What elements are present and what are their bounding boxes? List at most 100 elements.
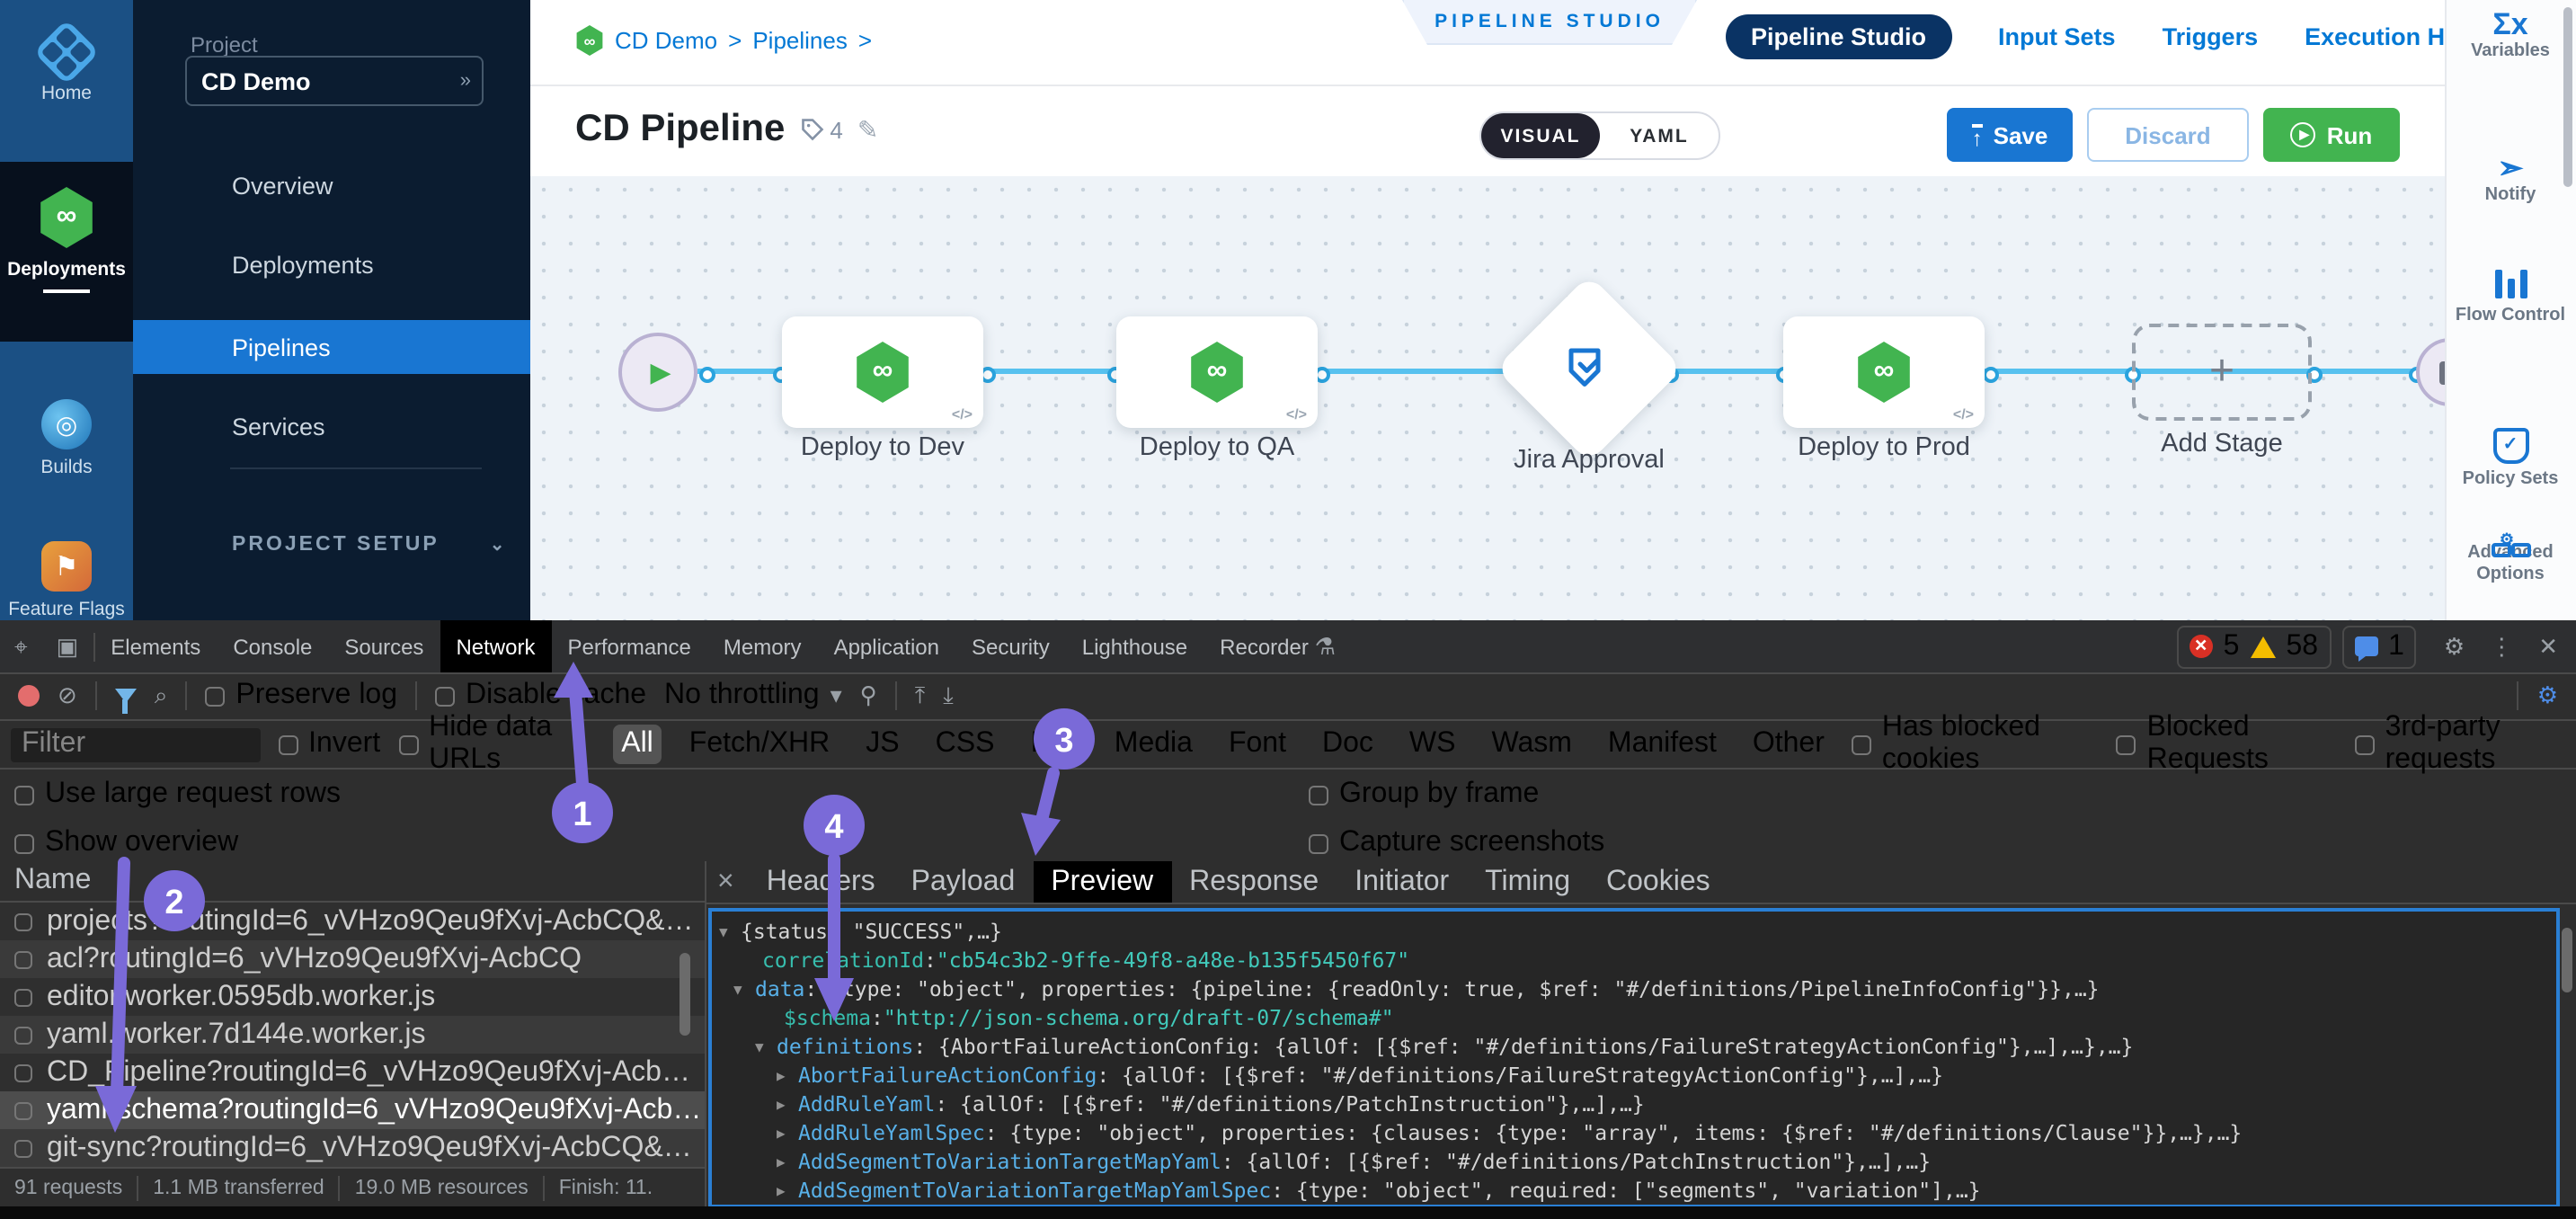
close-icon[interactable]: ✕ xyxy=(2526,632,2576,661)
edit-icon[interactable]: ✎ xyxy=(857,114,878,145)
request-checkbox[interactable] xyxy=(14,912,32,930)
request-checkbox[interactable] xyxy=(14,950,32,968)
sidebar-item-deployments-sub[interactable]: Deployments xyxy=(133,237,530,291)
sidebar-item-builds[interactable]: ◎ Builds xyxy=(0,342,133,512)
hide-data-urls-checkbox[interactable]: Hide data URLs xyxy=(398,712,594,777)
stage-node-deploy-to-dev[interactable]: ∞ </> xyxy=(782,316,983,428)
flow-control-button[interactable]: Flow Control xyxy=(2445,266,2576,327)
devtools-tab-application[interactable]: Application xyxy=(818,620,955,672)
toggle-yaml[interactable]: YAML xyxy=(1600,113,1719,158)
devtools-tab-security[interactable]: Security xyxy=(955,620,1066,672)
save-button[interactable]: ↑ Save xyxy=(1947,108,2073,162)
capture-screenshots-checkbox[interactable]: Capture screenshots xyxy=(1309,827,1604,859)
json-line[interactable]: ▶AddRuleYaml: {allOf: [{$ref: "#/definit… xyxy=(777,1090,1645,1118)
inspect-cursor-icon[interactable]: ⌖ xyxy=(0,632,42,661)
filter-chip-media[interactable]: Media xyxy=(1106,725,1202,764)
filter-input[interactable]: Filter xyxy=(11,727,260,761)
tags-badge[interactable]: 4 xyxy=(799,116,842,143)
blocked-requests-checkbox[interactable]: Blocked Requests xyxy=(2117,712,2337,777)
tab-triggers[interactable]: Triggers xyxy=(2163,23,2259,50)
sidebar-item-overview[interactable]: Overview xyxy=(133,158,530,212)
scrollbar-thumb[interactable] xyxy=(2563,7,2572,187)
scrollbar-thumb[interactable] xyxy=(2562,928,2572,992)
filter-chip-ws[interactable]: WS xyxy=(1400,725,1465,764)
has-blocked-cookies-checkbox[interactable]: Has blocked cookies xyxy=(1852,712,2099,777)
request-row[interactable]: editor.worker.0595db.worker.js xyxy=(0,978,705,1016)
discard-button[interactable]: Discard xyxy=(2087,108,2249,162)
requests-name-column-header[interactable]: Name xyxy=(0,861,705,903)
filter-funnel-icon[interactable] xyxy=(115,689,137,703)
request-checkbox[interactable] xyxy=(14,1026,32,1044)
preserve-log-checkbox[interactable]: Preserve log xyxy=(205,680,397,712)
stage-label[interactable]: Deploy to Prod xyxy=(1740,433,2028,462)
show-overview-checkbox[interactable]: Show overview xyxy=(14,827,238,859)
devtools-tab-recorder[interactable]: Recorder ⚗ xyxy=(1204,620,1352,672)
console-issues-badge[interactable]: ✕5 58 xyxy=(2177,625,2331,668)
pipeline-start-node[interactable]: ▶ xyxy=(618,333,697,412)
add-stage-label[interactable]: Add Stage xyxy=(2078,430,2366,458)
sidebar-item-feature-flags[interactable]: ⚑ Feature Flags xyxy=(0,512,133,620)
project-selector[interactable]: CD Demo » xyxy=(185,56,484,106)
request-row[interactable]: acl?routingId=6_vVHzo9Qeu9fXvj-AcbCQ xyxy=(0,940,705,978)
json-line[interactable]: ▶AddSegmentToVariationTargetMapYaml: {al… xyxy=(777,1147,1931,1176)
notify-button[interactable]: ➣ Notify xyxy=(2445,158,2576,207)
filter-chip-all[interactable]: All xyxy=(612,725,662,764)
group-by-frame-checkbox[interactable]: Group by frame xyxy=(1309,779,1539,811)
gear-icon[interactable]: ⚙ xyxy=(2431,632,2477,661)
detail-tab-preview[interactable]: Preview xyxy=(1033,861,1171,903)
json-line[interactable]: ▼{status: "SUCCESS",…} xyxy=(719,917,1002,946)
stage-node-deploy-to-qa[interactable]: ∞ </> xyxy=(1116,316,1318,428)
request-row[interactable]: yaml.worker.7d144e.worker.js xyxy=(0,1016,705,1054)
json-line[interactable]: ▶AbortFailureActionConfig: {allOf: [{$re… xyxy=(777,1061,1943,1090)
devtools-tab-lighthouse[interactable]: Lighthouse xyxy=(1066,620,1204,672)
stage-label[interactable]: Jira Approval xyxy=(1445,446,1733,475)
filter-chip-other[interactable]: Other xyxy=(1744,725,1834,764)
throttling-select[interactable]: No throttling▾ xyxy=(664,680,842,712)
json-line[interactable]: correlationId: "cb54c3b2-9ffe-49f8-a48e-… xyxy=(741,946,1409,974)
request-row[interactable]: CD_Pipeline?routingId=6_vVHzo9Qeu9fXvj-A… xyxy=(0,1054,705,1091)
json-line[interactable]: $schema: "http://json-schema.org/draft-0… xyxy=(762,1003,1394,1032)
json-line[interactable]: ▶AddRuleYamlSpec: {type: "object", prope… xyxy=(777,1118,2242,1147)
detail-tab-timing[interactable]: Timing xyxy=(1467,861,1588,903)
messages-badge[interactable]: 1 xyxy=(2341,625,2417,668)
tab-pipeline-studio[interactable]: Pipeline Studio xyxy=(1726,14,1951,59)
detail-tab-cookies[interactable]: Cookies xyxy=(1588,861,1728,903)
devtools-tab-network[interactable]: Network xyxy=(440,620,551,672)
record-button[interactable] xyxy=(18,685,40,707)
sidebar-item-home[interactable]: Home xyxy=(0,0,133,162)
clear-icon[interactable]: ⊘ xyxy=(58,681,77,710)
device-toolbar-icon[interactable]: ▣ xyxy=(42,632,93,661)
toggle-visual[interactable]: VISUAL xyxy=(1481,113,1600,158)
third-party-checkbox[interactable]: 3rd-party requests xyxy=(2355,712,2576,777)
filter-chip-js[interactable]: JS xyxy=(857,725,908,764)
filter-chip-manifest[interactable]: Manifest xyxy=(1599,725,1726,764)
stage-label[interactable]: Deploy to Dev xyxy=(739,433,1026,462)
request-checkbox[interactable] xyxy=(14,1139,32,1157)
detail-tab-headers[interactable]: Headers xyxy=(749,861,893,903)
policy-sets-button[interactable]: ✓ Policy Sets xyxy=(2445,428,2576,491)
request-row[interactable]: projects?routingId=6_vVHzo9Qeu9fXvj-AcbC… xyxy=(0,903,705,940)
variables-button[interactable]: Σx Variables xyxy=(2445,14,2576,63)
sidebar-item-services[interactable]: Services xyxy=(133,399,530,453)
kebab-menu-icon[interactable]: ⋮ xyxy=(2477,632,2526,661)
detail-tab-response[interactable]: Response xyxy=(1171,861,1337,903)
request-checkbox[interactable] xyxy=(14,988,32,1006)
scrollbar-thumb[interactable] xyxy=(680,953,690,1036)
pane-divider[interactable] xyxy=(705,861,706,1206)
request-checkbox[interactable] xyxy=(14,1101,32,1119)
network-conditions-icon[interactable]: ⚲ xyxy=(860,681,877,710)
use-large-rows-checkbox[interactable]: Use large request rows xyxy=(14,779,341,811)
request-row[interactable]: git-sync?routingId=6_vVHzo9Qeu9fXvj-AcbC… xyxy=(0,1129,705,1167)
filter-chip-wasm[interactable]: Wasm xyxy=(1482,725,1580,764)
network-settings-gear-icon[interactable]: ⚙ xyxy=(2537,681,2576,710)
filter-chip-img[interactable]: Img xyxy=(1021,725,1087,764)
json-preview-pane[interactable]: ▼{status: "SUCCESS",…} correlationId: "c… xyxy=(708,908,2560,1208)
detail-tab-initiator[interactable]: Initiator xyxy=(1337,861,1467,903)
close-detail-icon[interactable]: × xyxy=(706,866,749,898)
stage-node-deploy-to-prod[interactable]: ∞ </> xyxy=(1783,316,1985,428)
invert-checkbox[interactable]: Invert xyxy=(278,728,380,761)
add-stage-button[interactable]: + xyxy=(2132,324,2312,421)
import-har-icon[interactable]: ⤒ xyxy=(915,681,926,710)
devtools-tab-memory[interactable]: Memory xyxy=(707,620,818,672)
devtools-tab-sources[interactable]: Sources xyxy=(328,620,440,672)
